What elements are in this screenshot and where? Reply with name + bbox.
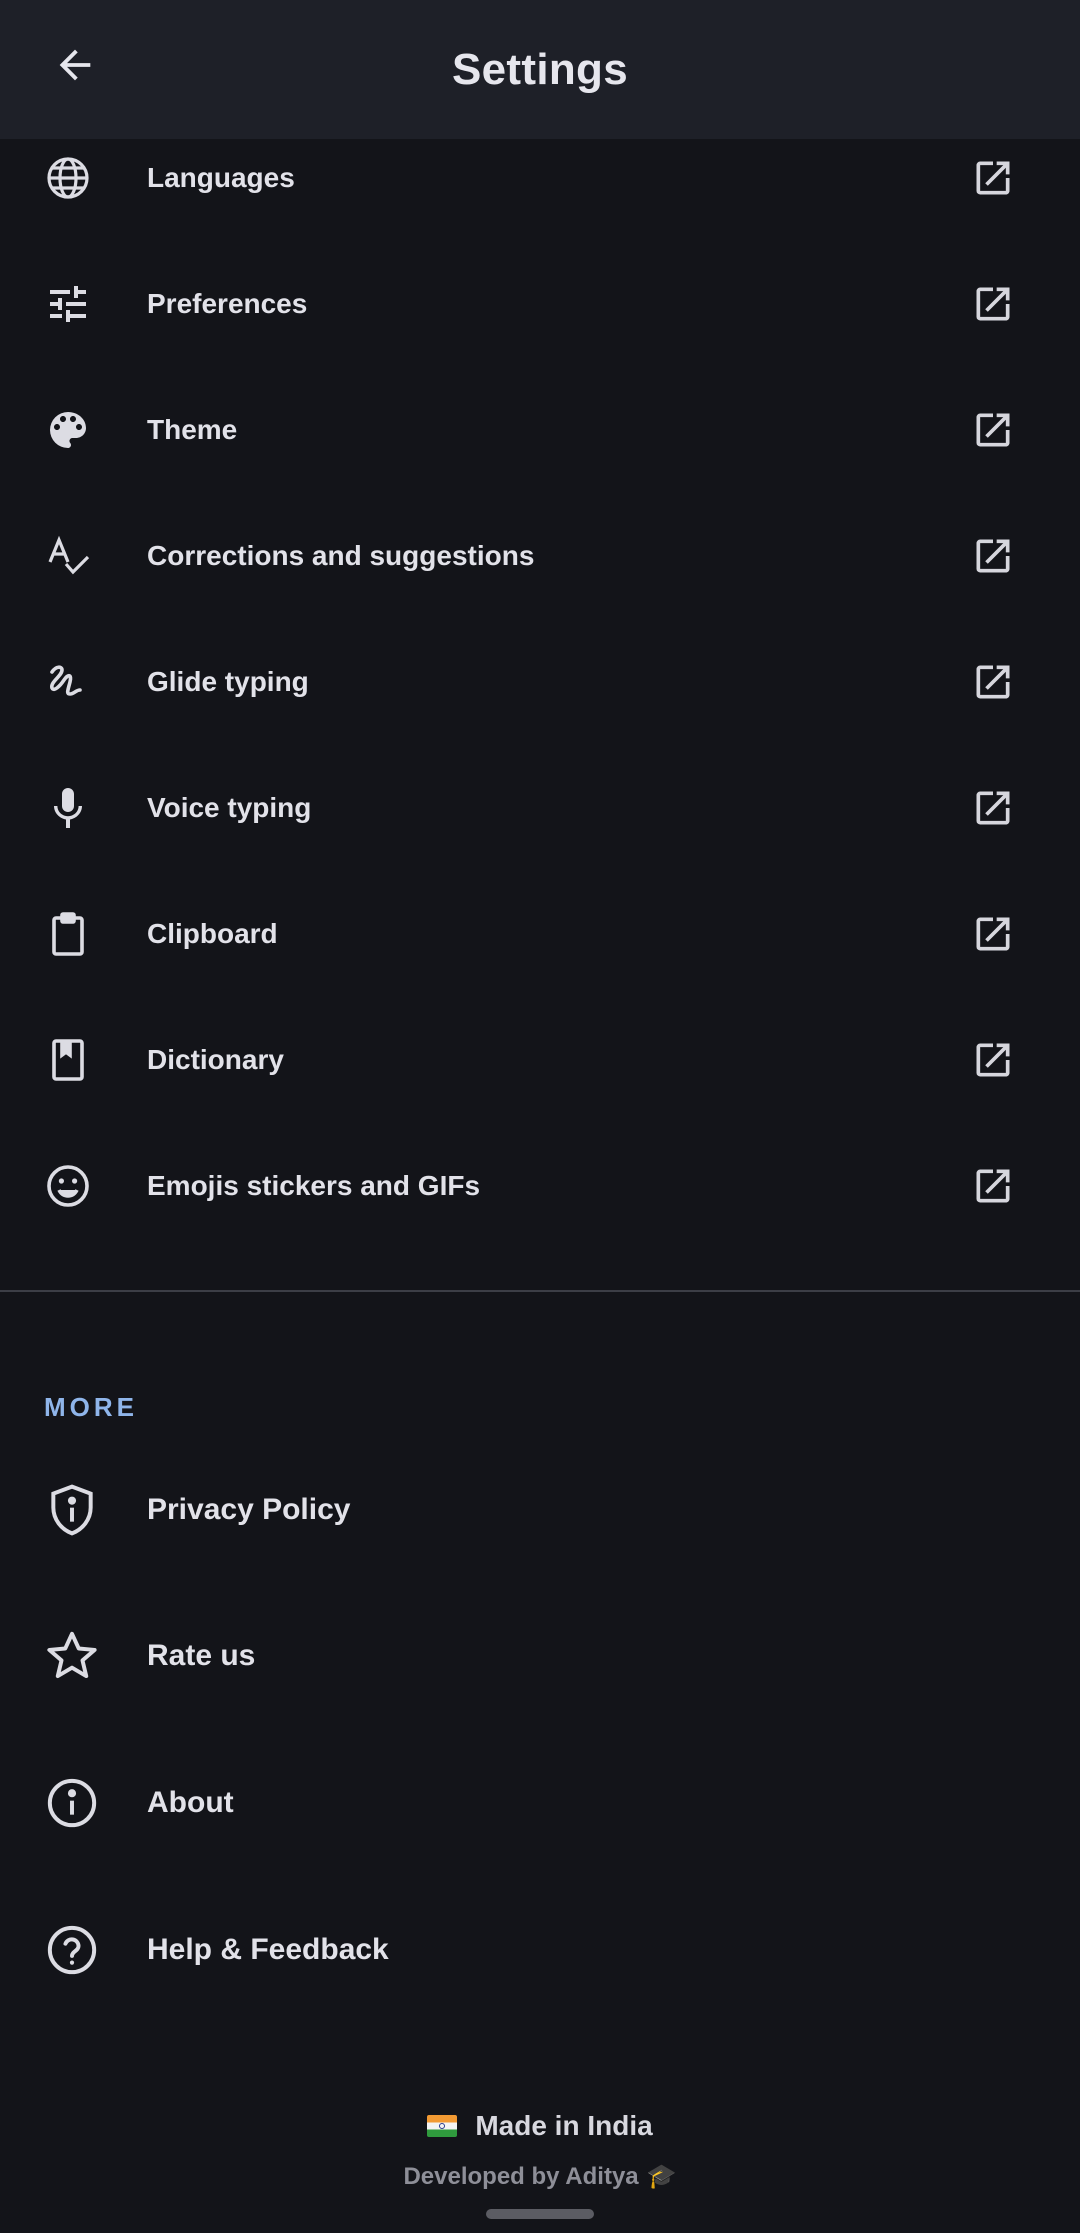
more-item-about[interactable]: About: [0, 1730, 1080, 1876]
footer-made-in: Made in India: [0, 2110, 1080, 2142]
page-title: Settings: [452, 44, 628, 94]
open-external-icon: [968, 909, 1018, 959]
more-item-help-feedback[interactable]: Help & Feedback: [0, 1877, 1080, 2023]
clipboard-icon: [40, 906, 96, 962]
open-external-icon: [968, 783, 1018, 833]
settings-item-clipboard[interactable]: Clipboard: [0, 871, 1080, 997]
open-external-icon: [968, 1035, 1018, 1085]
settings-item-preferences[interactable]: Preferences: [0, 241, 1080, 367]
graduation-cap-icon: 🎓: [646, 2163, 677, 2190]
settings-item-label: Glide typing: [147, 666, 309, 697]
more-item-privacy-policy[interactable]: Privacy Policy: [0, 1437, 1080, 1583]
more-item-rate-us[interactable]: Rate us: [0, 1583, 1080, 1729]
open-external-icon: [968, 657, 1018, 707]
open-external-icon: [968, 153, 1018, 203]
settings-item-voice-typing[interactable]: Voice typing: [0, 745, 1080, 871]
settings-item-label: Corrections and suggestions: [147, 540, 535, 571]
smiley-icon: [40, 1158, 96, 1214]
section-divider: [0, 1290, 1080, 1292]
settings-item-glide-typing[interactable]: Glide typing: [0, 619, 1080, 745]
settings-item-theme[interactable]: Theme: [0, 367, 1080, 493]
settings-item-label: Preferences: [147, 288, 308, 319]
gesture-icon: [40, 654, 96, 710]
shield-info-icon: [42, 1480, 102, 1540]
section-title-more: MORE: [44, 1392, 138, 1422]
back-button[interactable]: [48, 38, 102, 92]
book-icon: [40, 1032, 96, 1088]
microphone-icon: [40, 780, 96, 836]
india-flag-icon: [427, 2115, 458, 2137]
star-icon: [42, 1626, 102, 1686]
open-external-icon: [968, 279, 1018, 329]
tune-sliders-icon: [40, 276, 96, 332]
help-icon: [42, 1920, 102, 1980]
settings-item-label: Voice typing: [147, 792, 312, 823]
settings-item-emojis[interactable]: Emojis stickers and GIFs: [0, 1123, 1080, 1249]
globe-icon: [40, 150, 96, 206]
more-item-label: Help & Feedback: [147, 1933, 389, 1966]
settings-item-languages[interactable]: Languages: [0, 115, 1080, 241]
settings-item-label: Emojis stickers and GIFs: [147, 1170, 481, 1201]
made-in-text: Made in India: [475, 2110, 653, 2141]
settings-item-label: Dictionary: [147, 1044, 284, 1075]
palette-icon: [40, 402, 96, 458]
info-icon: [42, 1773, 102, 1833]
more-item-label: About: [147, 1786, 234, 1819]
open-external-icon: [968, 1161, 1018, 1211]
footer-developer: Developed by Aditya 🎓: [0, 2162, 1080, 2191]
arrow-back-icon: [59, 49, 91, 81]
open-external-icon: [968, 531, 1018, 581]
more-item-label: Rate us: [147, 1639, 256, 1672]
more-item-label: Privacy Policy: [147, 1493, 351, 1526]
developed-by-text: Developed by Aditya: [403, 2163, 639, 2190]
spellcheck-icon: [40, 528, 96, 584]
settings-item-label: Theme: [147, 414, 238, 445]
settings-item-corrections[interactable]: Corrections and suggestions: [0, 493, 1080, 619]
open-external-icon: [968, 405, 1018, 455]
settings-item-label: Clipboard: [147, 918, 278, 949]
settings-item-label: Languages: [147, 162, 295, 193]
settings-item-dictionary[interactable]: Dictionary: [0, 997, 1080, 1123]
gesture-nav-handle[interactable]: [486, 2209, 594, 2219]
